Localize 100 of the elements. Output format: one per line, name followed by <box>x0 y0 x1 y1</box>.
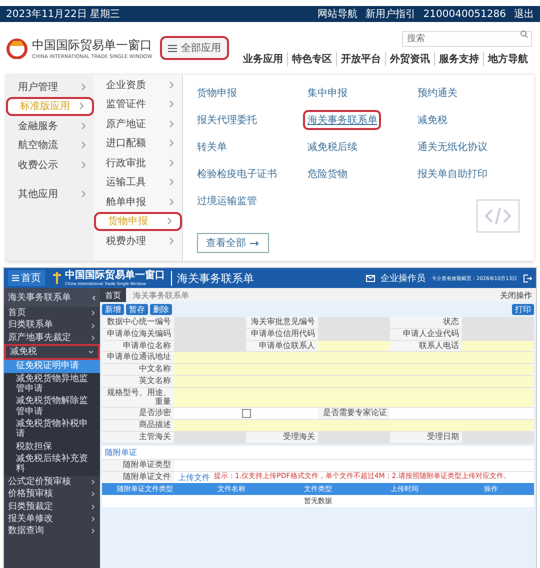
app-link[interactable]: 报关代理委托 <box>193 110 261 130</box>
app-link[interactable]: 集中申报 <box>303 83 352 103</box>
page-title: 海关事务联系单 <box>171 270 254 286</box>
logout-link[interactable]: 退出 <box>514 7 534 21</box>
chevron-icon <box>169 178 174 186</box>
app-link[interactable]: 货物申报 <box>193 83 241 103</box>
arrow-icon <box>250 240 260 246</box>
all-apps-button[interactable]: 全部应用 <box>160 36 230 60</box>
sidebar-item[interactable]: 减免税货物解除监管申请 <box>4 395 100 418</box>
header-link[interactable]: 网站导航 <box>317 7 358 21</box>
app-link[interactable]: 海关事务联系单 <box>303 110 382 130</box>
chevron-icon <box>81 141 86 150</box>
sidebar-item[interactable]: 归类预裁定 <box>4 500 100 513</box>
menu-subcategory[interactable]: 监管证件 <box>94 94 182 114</box>
nav-link[interactable]: 业务应用 <box>239 52 287 66</box>
input-field[interactable] <box>462 340 534 352</box>
field-label: 商品描述 <box>102 420 174 431</box>
sidebar-item[interactable]: 价格预审核 <box>4 488 100 500</box>
app-link[interactable]: 危险货物 <box>303 164 352 184</box>
sidebar-item[interactable]: 税款担保 <box>4 440 100 454</box>
input-field[interactable] <box>318 340 390 352</box>
app-link[interactable]: 预约通关 <box>414 83 462 103</box>
nav-link[interactable]: 开放平台 <box>336 52 385 66</box>
menu-category[interactable]: 金融服务 <box>6 116 94 136</box>
logo-icon <box>51 271 63 285</box>
menu-subcategory[interactable]: 企业资质 <box>94 75 182 94</box>
menu-category[interactable]: 收费公示 <box>6 155 94 174</box>
input-field[interactable] <box>318 432 390 443</box>
chevron-left-icon[interactable] <box>91 294 96 300</box>
input-field[interactable] <box>174 352 534 364</box>
app-link[interactable]: 过境运输监管 <box>193 191 261 211</box>
sidebar-item[interactable]: 减免税 <box>4 344 100 360</box>
nav-link[interactable]: 地方导航 <box>483 52 532 66</box>
input-field[interactable] <box>174 420 534 431</box>
sidebar-item[interactable]: 减免税货物补税申请 <box>4 418 100 441</box>
checkbox[interactable] <box>242 409 250 418</box>
date-text: 2023年11月22日 星期三 <box>6 8 120 21</box>
input-field[interactable] <box>318 317 390 328</box>
menu-category[interactable]: 航空物流 <box>6 136 94 155</box>
nav-link[interactable]: 特色专区 <box>287 52 336 66</box>
header-link[interactable]: 新用户指引 <box>365 7 416 21</box>
logout-icon[interactable] <box>523 274 532 282</box>
sidebar-item[interactable]: 减免税后续补充资料 <box>4 453 100 476</box>
sidebar-title: 海关事务联系单 <box>8 292 71 304</box>
input-field[interactable] <box>318 328 390 340</box>
tab[interactable]: 首页 <box>100 288 126 302</box>
input-field[interactable] <box>174 340 246 352</box>
user-role: 企业操作员 <box>380 272 426 284</box>
input-field[interactable] <box>462 317 534 328</box>
sidebar-item[interactable]: 归类联系单 <box>4 319 100 332</box>
mail-icon[interactable] <box>366 274 375 282</box>
tab[interactable]: 海关事务联系单 <box>128 288 194 302</box>
view-all-button[interactable]: 查看全部 <box>197 233 269 253</box>
input-field[interactable] <box>174 388 534 408</box>
app-link[interactable]: 减免税后续 <box>303 137 362 157</box>
field-label: 联系人电话 <box>390 340 462 352</box>
input-field[interactable] <box>174 432 246 443</box>
toolbar-button[interactable]: 删除 <box>150 304 172 315</box>
search-field[interactable]: 搜索 <box>402 31 532 47</box>
field-label: 是否涉密 <box>102 408 174 420</box>
menu-subcategory[interactable]: 运输工具 <box>94 172 182 192</box>
field-label: 是否需要专家论证 <box>318 408 390 420</box>
app-link[interactable]: 检验检疫电子证书 <box>193 164 281 184</box>
chevron-icon <box>81 82 86 91</box>
menu-icon <box>12 275 19 281</box>
input-field[interactable] <box>462 432 534 443</box>
sidebar-item[interactable]: 数据查询 <box>4 525 100 538</box>
home-button[interactable]: 首页 <box>8 270 45 286</box>
sidebar-item[interactable]: 首页 <box>4 307 100 320</box>
sidebar-item[interactable]: 公式定价预审核 <box>4 476 100 488</box>
sidebar-item[interactable]: 减免税货物异地监管申请 <box>4 372 100 396</box>
code-icon <box>476 199 520 233</box>
menu-subcategory[interactable]: 税费办理 <box>94 231 182 250</box>
app-link[interactable]: 通关无纸化协议 <box>414 137 492 157</box>
nav-link[interactable]: 外贸资讯 <box>385 52 434 66</box>
toolbar-button[interactable]: 新增 <box>102 304 124 315</box>
menu-subcategory[interactable]: 原产地证 <box>94 114 182 134</box>
app-link[interactable]: 转关单 <box>193 137 231 157</box>
menu-category[interactable]: 其他应用 <box>6 184 94 204</box>
upload-button[interactable]: 上传文件 <box>178 472 210 483</box>
chevron-icon <box>81 122 86 130</box>
logo-title: 中国国际贸易单一窗口 <box>32 36 152 54</box>
input-field[interactable] <box>174 376 534 387</box>
toolbar-button[interactable]: 暂存 <box>126 304 148 315</box>
menu-subcategory[interactable]: 舱单申报 <box>94 192 182 212</box>
print-button[interactable]: 打印 <box>512 304 534 315</box>
chevron-icon <box>169 80 174 89</box>
app-link[interactable]: 减免税 <box>414 110 452 130</box>
input-field[interactable] <box>174 364 534 375</box>
menu-subcategory[interactable]: 进口配额 <box>94 134 182 153</box>
menu-category[interactable]: 用户管理 <box>6 77 94 96</box>
input-field[interactable] <box>174 317 246 328</box>
sidebar-item[interactable]: 报关单修改 <box>4 512 100 526</box>
nav-link[interactable]: 服务支持 <box>434 52 483 66</box>
menu-subcategory[interactable]: 行政审批 <box>94 153 182 172</box>
sidebar-item[interactable]: 原产地事先裁定 <box>4 332 100 344</box>
logo-title: 中国国际贸易单一窗口 <box>65 270 165 280</box>
input-field[interactable] <box>462 328 534 340</box>
close-menu[interactable]: 关闭操作 <box>500 290 532 300</box>
app-link[interactable]: 报关单自助打印 <box>414 164 492 184</box>
